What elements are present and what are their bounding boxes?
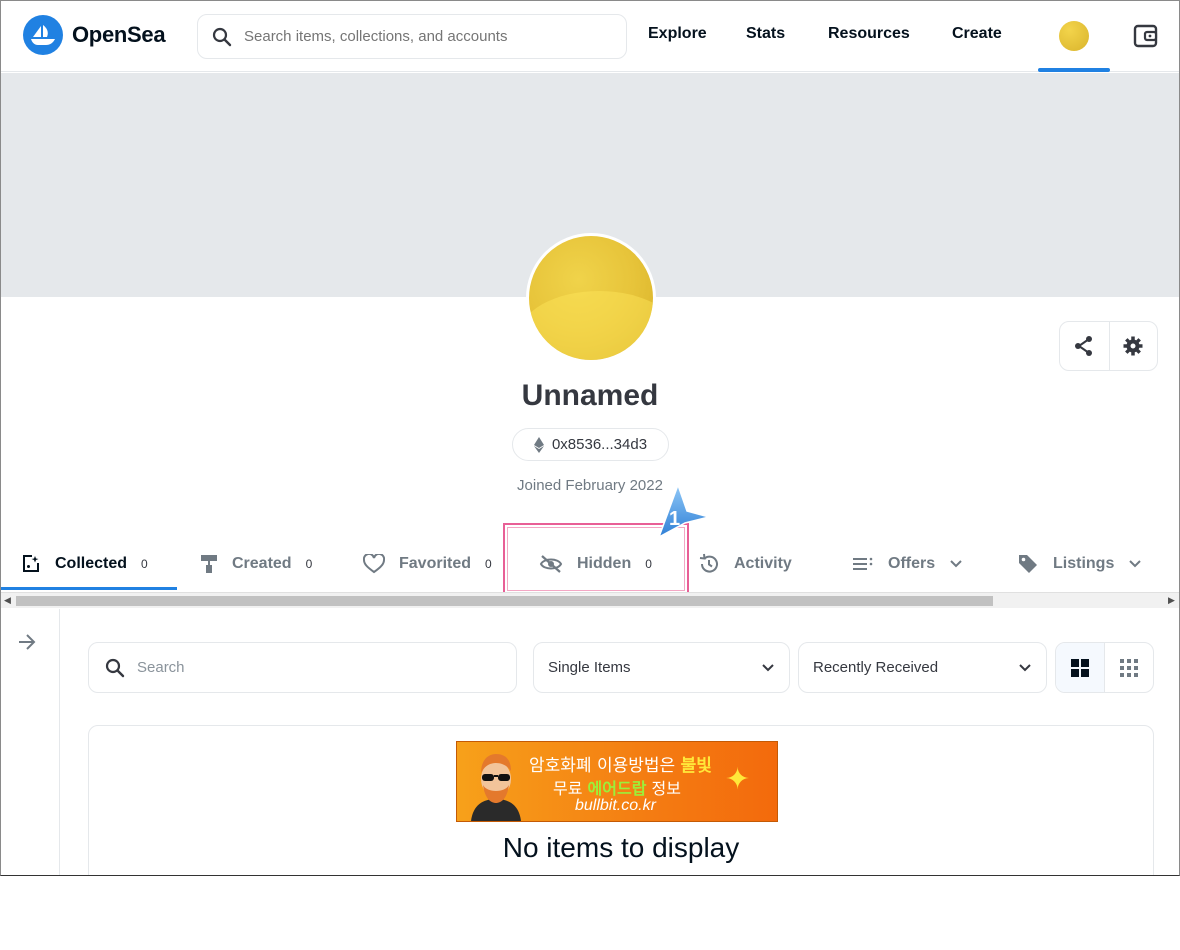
tab-activity[interactable]: Activity — [698, 536, 792, 591]
small-grid-icon — [1119, 658, 1138, 677]
scroll-left-arrow-icon[interactable]: ◀ — [4, 595, 11, 606]
history-icon — [699, 553, 718, 573]
item-type-select[interactable]: Single Items — [533, 642, 790, 693]
profile-avatar[interactable] — [526, 233, 656, 363]
tab-collected[interactable]: Collected 0 — [21, 536, 148, 591]
search-icon — [212, 27, 232, 46]
global-search[interactable] — [197, 14, 627, 59]
nav-stats[interactable]: Stats — [746, 25, 785, 43]
empty-state-message: No items to display — [502, 832, 740, 863]
chevron-down-icon — [950, 560, 962, 568]
nav-active-indicator — [1038, 68, 1110, 72]
list-icon — [853, 557, 873, 570]
global-search-input[interactable] — [244, 28, 604, 45]
chevron-down-icon — [1019, 664, 1031, 672]
large-grid-icon — [1070, 658, 1089, 677]
nav-resources[interactable]: Resources — [828, 25, 910, 43]
promo-url: bullbit.co.kr — [575, 797, 656, 814]
scrollbar-thumb[interactable] — [16, 596, 993, 606]
step-callout-arrow: 1 — [657, 482, 712, 539]
grid-view-toggle — [1055, 642, 1154, 693]
browser-viewport: OpenSea Explore Stats Resources Create U… — [0, 0, 1180, 876]
opensea-logo[interactable]: OpenSea — [23, 15, 166, 55]
active-tab-indicator — [1, 587, 177, 590]
nav-explore[interactable]: Explore — [648, 25, 707, 43]
chevron-down-icon — [762, 664, 774, 672]
search-icon — [105, 658, 125, 677]
items-search[interactable]: Search — [88, 642, 517, 693]
sailboat-icon — [23, 15, 63, 55]
large-grid-button[interactable] — [1056, 643, 1105, 692]
items-search-placeholder: Search — [137, 659, 185, 676]
account-avatar[interactable] — [1059, 21, 1089, 51]
wallet-address-pill[interactable]: 0x8536...34d3 — [512, 428, 669, 461]
profile-actions — [1059, 321, 1158, 371]
sparkle-icon: ✦ — [725, 763, 751, 796]
share-icon — [1075, 336, 1093, 356]
paint-roller-icon — [201, 554, 217, 573]
nav-create[interactable]: Create — [952, 25, 1002, 43]
gear-icon — [1123, 336, 1143, 356]
horizontal-scrollbar[interactable]: ◀ ▶ — [1, 592, 1179, 608]
wallet-address: 0x8536...34d3 — [551, 436, 648, 453]
expand-filters-button[interactable] — [17, 633, 37, 656]
share-button[interactable] — [1060, 322, 1109, 370]
collected-icon — [23, 554, 39, 572]
top-navbar: OpenSea Explore Stats Resources Create — [1, 1, 1179, 72]
scroll-right-arrow-icon[interactable]: ▶ — [1168, 595, 1175, 606]
brand-name: OpenSea — [72, 22, 166, 47]
tab-listings[interactable]: Listings — [1017, 536, 1142, 591]
step-number: 1 — [669, 508, 680, 530]
promo-banner[interactable]: 암호화폐 이용방법은 불빛 무료 에어드랍 정보 bullbit.co.kr ✦ — [456, 741, 778, 822]
settings-button[interactable] — [1108, 322, 1158, 370]
wallet-icon[interactable] — [1133, 23, 1159, 49]
heart-icon — [363, 553, 385, 573]
mascot-image — [471, 754, 521, 821]
tab-favorited[interactable]: Favorited 0 — [363, 536, 492, 591]
arrow-right-icon — [19, 634, 36, 650]
ethereum-icon — [533, 436, 544, 453]
chevron-down-icon — [1129, 560, 1142, 568]
small-grid-button[interactable] — [1105, 643, 1154, 692]
sort-select[interactable]: Recently Received — [798, 642, 1047, 693]
tag-icon — [1019, 554, 1037, 573]
joined-date: Joined February 2022 — [517, 477, 663, 494]
tab-offers[interactable]: Offers — [852, 536, 963, 591]
profile-name: Unnamed — [521, 379, 659, 412]
tab-created[interactable]: Created 0 — [200, 536, 312, 591]
